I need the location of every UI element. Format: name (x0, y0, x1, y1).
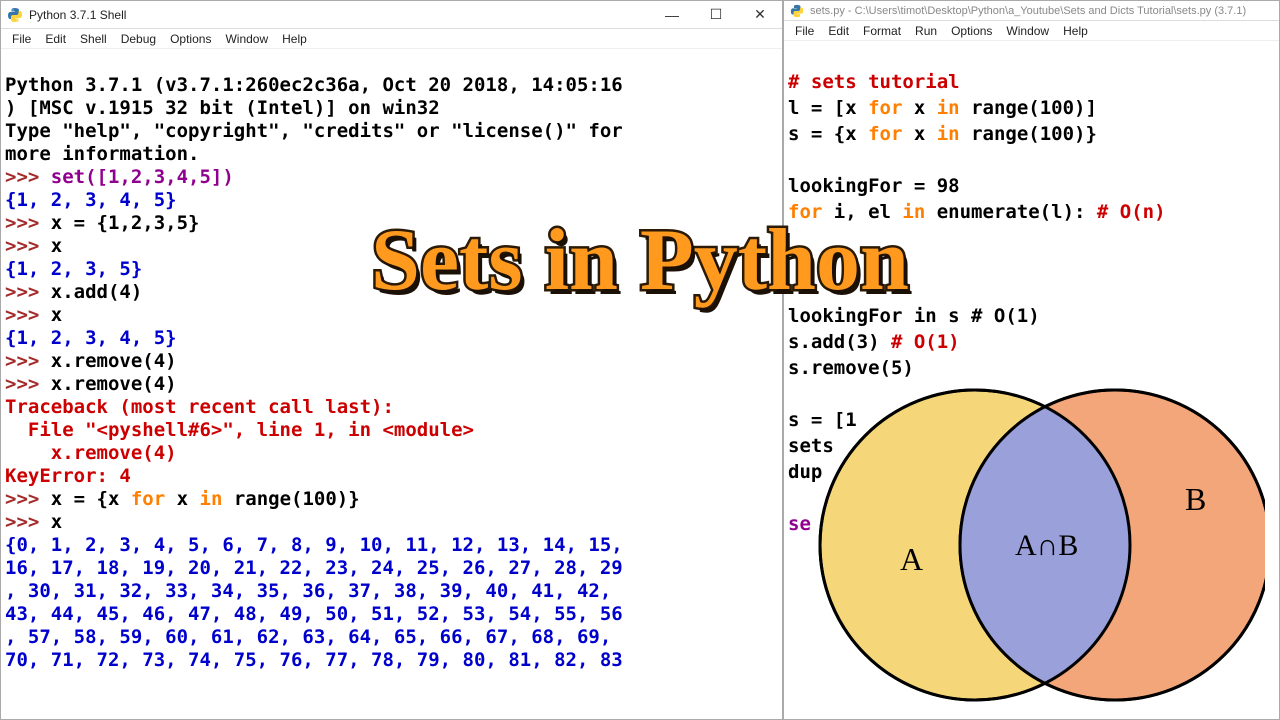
banner-line: Type "help", "copyright", "credits" or "… (5, 120, 623, 142)
shell-input: set([1,2,3,4,5]) (51, 166, 234, 188)
menu-help[interactable]: Help (1056, 22, 1095, 40)
venn-label-a: A (900, 541, 923, 577)
shell-input: x (51, 304, 62, 326)
venn-diagram: A B A∩B (805, 360, 1265, 710)
banner-line: ) [MSC v.1915 32 bit (Intel)] on win32 (5, 97, 440, 119)
python-icon (7, 7, 23, 23)
traceback: KeyError: 4 (5, 465, 131, 487)
prompt: >>> (5, 235, 51, 257)
menu-file[interactable]: File (788, 22, 821, 40)
shell-input: x = {x for x in range(100)} (51, 488, 360, 510)
thumbnail-title: Sets in Python (371, 210, 909, 311)
venn-label-ab: A∩B (1015, 529, 1078, 562)
shell-text[interactable]: Python 3.7.1 (v3.7.1:260ec2c36a, Oct 20 … (1, 49, 782, 672)
menu-debug[interactable]: Debug (114, 30, 163, 48)
editor-line: lookingFor = 98 (788, 175, 960, 197)
window-buttons: — ☐ ✕ (650, 1, 782, 28)
maximize-button[interactable]: ☐ (694, 1, 738, 28)
menu-shell[interactable]: Shell (73, 30, 114, 48)
editor-line: s.add(3) # O(1) (788, 331, 960, 353)
menu-run[interactable]: Run (908, 22, 944, 40)
traceback: File "<pyshell#6>", line 1, in <module> (5, 419, 474, 441)
prompt: >>> (5, 281, 51, 303)
menu-file[interactable]: File (5, 30, 38, 48)
editor-line: # sets tutorial (788, 71, 960, 93)
shell-title: Python 3.7.1 Shell (29, 8, 650, 22)
prompt: >>> (5, 488, 51, 510)
prompt: >>> (5, 304, 51, 326)
shell-output: , 30, 31, 32, 33, 34, 35, 36, 37, 38, 39… (5, 580, 623, 602)
shell-output: {1, 2, 3, 4, 5} (5, 327, 177, 349)
menu-format[interactable]: Format (856, 22, 908, 40)
prompt: >>> (5, 166, 51, 188)
prompt: >>> (5, 212, 51, 234)
shell-input: x = {1,2,3,5} (51, 212, 200, 234)
shell-input: x.remove(4) (51, 373, 177, 395)
traceback: Traceback (most recent call last): (5, 396, 394, 418)
venn-label-b: B (1185, 481, 1206, 517)
prompt: >>> (5, 511, 51, 533)
shell-input: x (51, 511, 62, 533)
close-button[interactable]: ✕ (738, 1, 782, 28)
shell-output: , 57, 58, 59, 60, 61, 62, 63, 64, 65, 66… (5, 626, 623, 648)
shell-menubar: File Edit Shell Debug Options Window Hel… (1, 29, 782, 49)
shell-output: 43, 44, 45, 46, 47, 48, 49, 50, 51, 52, … (5, 603, 623, 625)
editor-line: s = {x for x in range(100)} (788, 123, 1097, 145)
banner-line: Python 3.7.1 (v3.7.1:260ec2c36a, Oct 20 … (5, 74, 623, 96)
shell-window: Python 3.7.1 Shell — ☐ ✕ File Edit Shell… (0, 0, 783, 720)
shell-output: 70, 71, 72, 73, 74, 75, 76, 77, 78, 79, … (5, 649, 623, 671)
banner-line: more information. (5, 143, 199, 165)
menu-window[interactable]: Window (218, 30, 275, 48)
traceback: x.remove(4) (5, 442, 177, 464)
prompt: >>> (5, 350, 51, 372)
menu-options[interactable]: Options (163, 30, 218, 48)
minimize-button[interactable]: — (650, 1, 694, 28)
editor-titlebar[interactable]: sets.py - C:\Users\timot\Desktop\Python\… (784, 1, 1279, 21)
shell-input: x (51, 235, 62, 257)
menu-options[interactable]: Options (944, 22, 999, 40)
prompt: >>> (5, 373, 51, 395)
shell-output: {1, 2, 3, 5} (5, 258, 142, 280)
shell-output: {1, 2, 3, 4, 5} (5, 189, 177, 211)
editor-title: sets.py - C:\Users\timot\Desktop\Python\… (810, 5, 1279, 17)
python-icon (790, 4, 804, 18)
menu-edit[interactable]: Edit (38, 30, 73, 48)
editor-menubar: File Edit Format Run Options Window Help (784, 21, 1279, 41)
shell-input: x.add(4) (51, 281, 143, 303)
menu-window[interactable]: Window (999, 22, 1056, 40)
editor-line: l = [x for x in range(100)] (788, 97, 1097, 119)
shell-input: x.remove(4) (51, 350, 177, 372)
shell-titlebar[interactable]: Python 3.7.1 Shell — ☐ ✕ (1, 1, 782, 29)
shell-output: {0, 1, 2, 3, 4, 5, 6, 7, 8, 9, 10, 11, 1… (5, 534, 623, 556)
menu-edit[interactable]: Edit (821, 22, 856, 40)
menu-help[interactable]: Help (275, 30, 314, 48)
shell-output: 16, 17, 18, 19, 20, 21, 22, 23, 24, 25, … (5, 557, 623, 579)
